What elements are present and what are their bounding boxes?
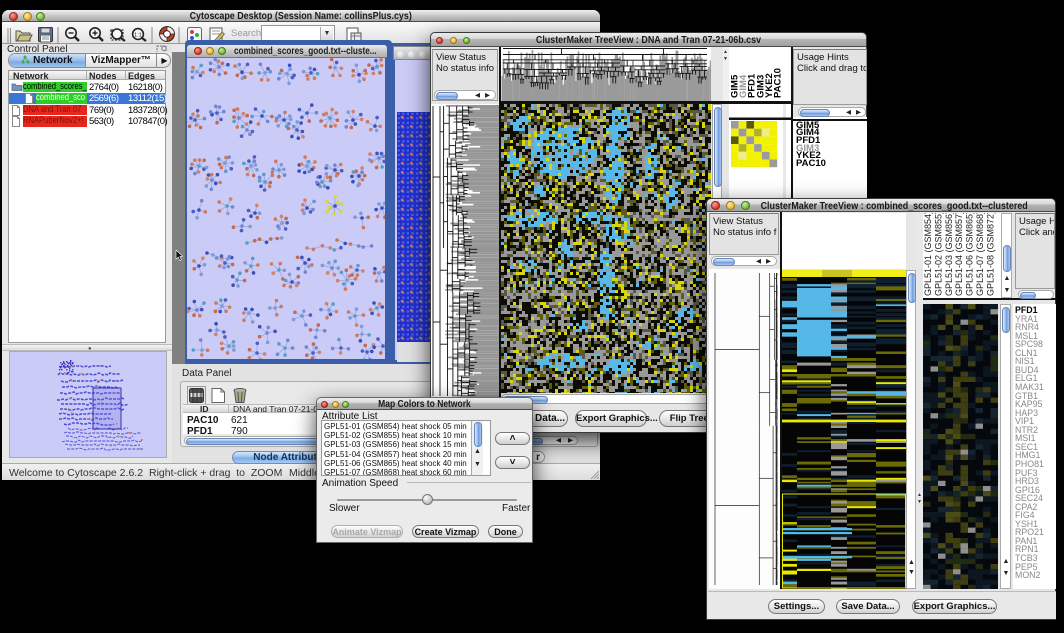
svg-text:1:1: 1:1	[134, 33, 142, 39]
